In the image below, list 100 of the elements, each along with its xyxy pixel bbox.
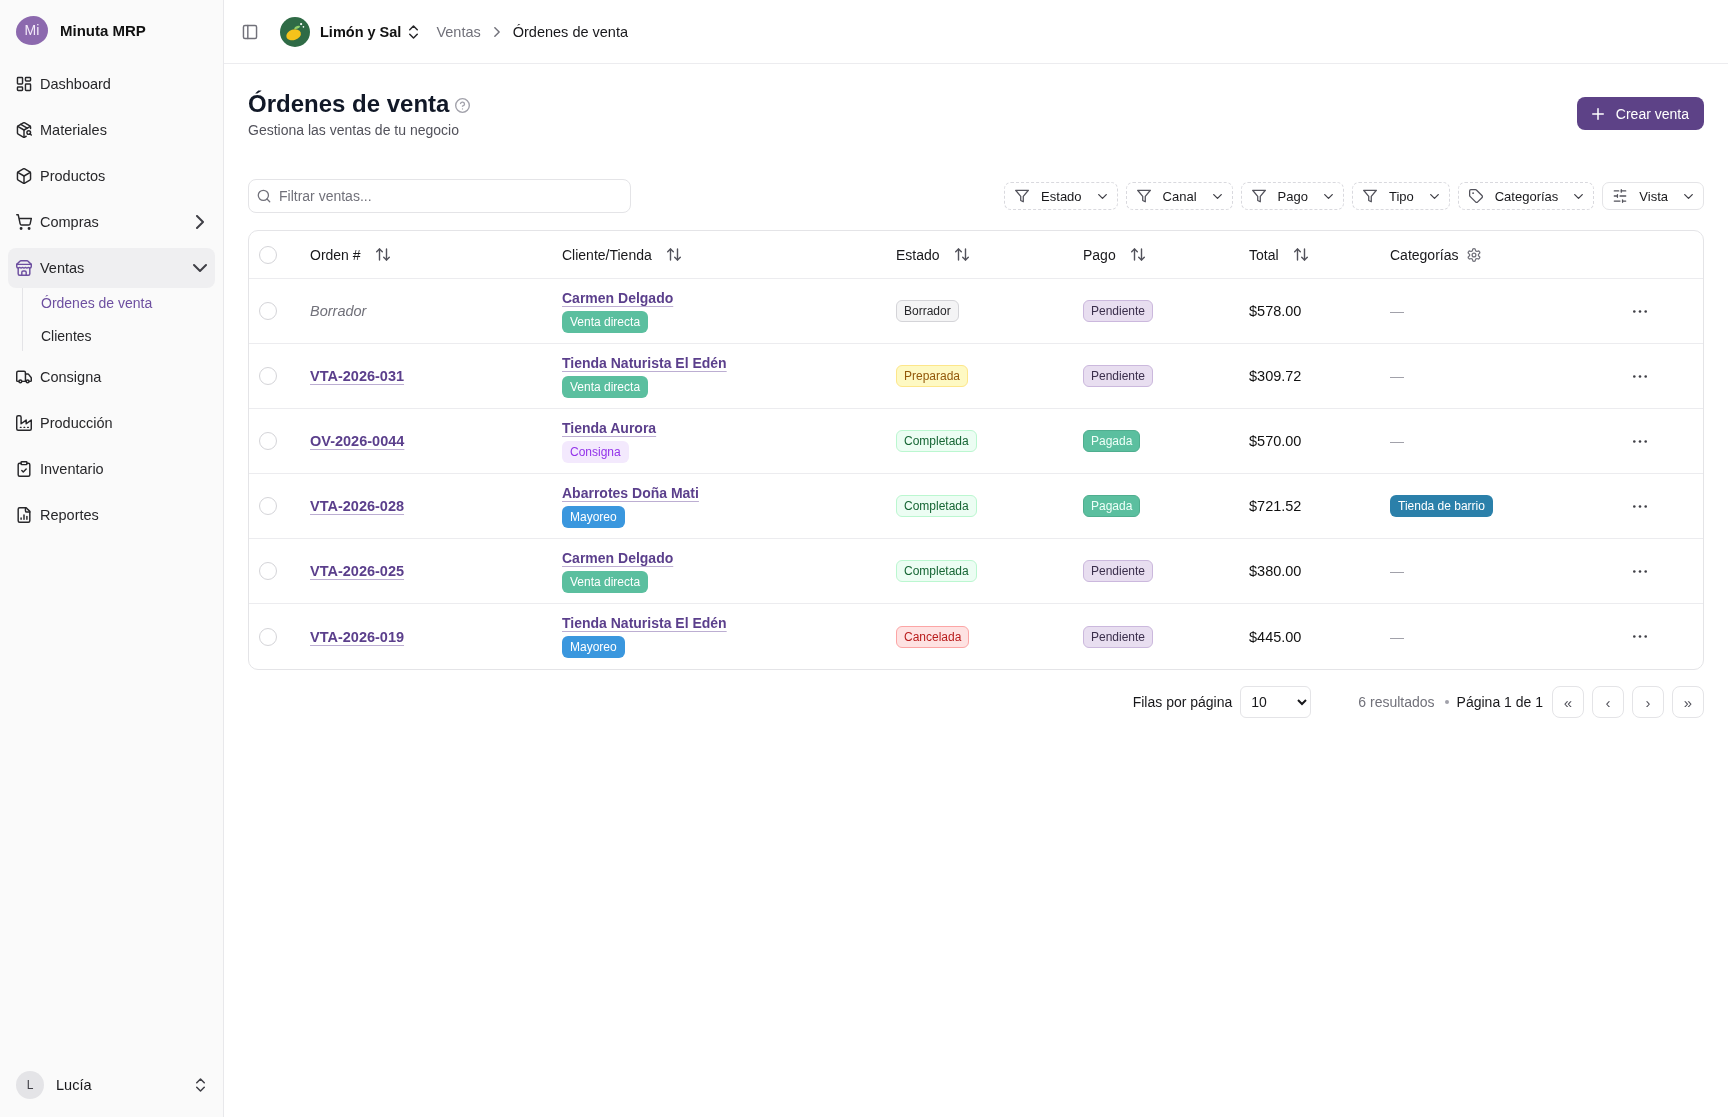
nav-item[interactable]: Dashboard <box>8 64 215 104</box>
tag-icon <box>1468 189 1483 203</box>
chevron-down-icon <box>1097 193 1107 199</box>
column-header-button[interactable]: Orden # <box>310 246 390 263</box>
sort-icon <box>1130 248 1145 261</box>
order-link[interactable]: VTA-2026-019 <box>310 628 405 645</box>
funnel-icon <box>1362 189 1377 203</box>
row-checkbox[interactable] <box>259 627 277 646</box>
client-link[interactable]: Tienda Naturista El Edén <box>562 615 727 631</box>
panel-icon[interactable] <box>242 23 258 40</box>
client-link[interactable]: Tienda Aurora <box>562 419 657 436</box>
order-total: $445.00 <box>1249 628 1302 645</box>
more-options-icon[interactable] <box>1633 439 1647 443</box>
filter-button[interactable]: Pago <box>1240 182 1344 210</box>
filter-button[interactable]: Canal <box>1125 182 1233 210</box>
workspace-switcher[interactable]: Limón y Sal <box>280 16 419 47</box>
column-header-button[interactable]: Pago <box>1083 246 1145 263</box>
nav-item[interactable]: Productos <box>8 156 215 196</box>
client-link[interactable]: Tienda Naturista El Edén <box>562 354 727 371</box>
more-options-icon[interactable] <box>1633 569 1647 573</box>
filter-button[interactable]: Tipo <box>1351 182 1450 210</box>
more-options-icon[interactable] <box>1633 504 1647 508</box>
cart-icon <box>16 214 32 230</box>
app-logo: Mi <box>16 15 48 45</box>
nav-item[interactable]: Producción <box>8 403 215 443</box>
chevrons-up-down-icon <box>409 24 419 39</box>
client-link[interactable]: Carmen Delgado <box>562 549 674 566</box>
search-field[interactable]: Filtrar ventas... <box>248 179 631 213</box>
status-badge: Borrador <box>896 300 959 322</box>
row-checkbox[interactable] <box>259 562 277 580</box>
order-total: $309.72 <box>1249 368 1302 384</box>
breadcrumb-link[interactable]: Ventas <box>436 23 481 40</box>
row-checkbox[interactable] <box>259 497 277 515</box>
channel-badge: Consigna <box>562 440 629 463</box>
column-header-button[interactable]: Cliente/Tienda <box>562 246 681 263</box>
breadcrumb-current: Órdenes de venta <box>512 23 628 40</box>
dot-icon <box>1444 700 1449 704</box>
row-checkbox[interactable] <box>259 367 277 385</box>
filter-button[interactable]: Categorías <box>1457 182 1595 210</box>
next-page-button[interactable]: › <box>1632 686 1664 718</box>
user-menu-button[interactable]: L Lucía <box>16 1071 205 1099</box>
results-count: 6 resultados <box>1358 694 1435 710</box>
chevrons-up-down-icon <box>196 1078 205 1092</box>
search-icon <box>257 189 271 203</box>
nav-item[interactable]: Inventario <box>8 449 215 489</box>
payment-badge: Pagada <box>1083 495 1141 517</box>
row-checkbox[interactable] <box>259 302 277 320</box>
payment-badge: Pendiente <box>1083 365 1154 387</box>
empty-value: — <box>1390 628 1404 645</box>
nav-item[interactable]: Materiales <box>8 110 215 150</box>
previous-page-button[interactable]: ‹ <box>1592 686 1624 718</box>
order-total: $380.00 <box>1249 563 1302 579</box>
funnel-icon <box>1136 189 1151 203</box>
page-size-select[interactable]: 10 <box>1240 686 1312 718</box>
truck-icon <box>16 369 32 385</box>
status-badge: Completada <box>896 430 977 452</box>
status-badge: Preparada <box>896 365 969 387</box>
page-indicator: Página 1 de 1 <box>1456 694 1543 710</box>
nav-item[interactable]: Consigna <box>8 357 215 397</box>
nav-subitem[interactable]: Órdenes de venta <box>41 288 153 318</box>
filter-button[interactable]: Estado <box>1004 182 1118 210</box>
last-page-button[interactable]: » <box>1672 686 1704 718</box>
order-link[interactable]: OV-2026-0044 <box>310 433 405 449</box>
select-all-checkbox[interactable] <box>259 245 277 264</box>
column-header-button[interactable]: Total <box>1249 246 1308 263</box>
funnel-icon <box>1251 189 1266 203</box>
help-icon[interactable] <box>455 97 471 113</box>
client-link[interactable]: Abarrotes Doña Mati <box>562 484 699 501</box>
nav-item[interactable]: Compras <box>8 202 215 242</box>
chevron-down-icon <box>1212 193 1222 199</box>
chevron-down-icon <box>1574 193 1584 199</box>
more-options-icon[interactable] <box>1633 374 1647 378</box>
nav-subitem[interactable]: Clientes <box>41 321 92 351</box>
row-checkbox[interactable] <box>259 432 277 450</box>
create-sale-button[interactable]: Crear venta <box>1576 97 1704 130</box>
column-header-button[interactable]: Estado <box>896 246 969 263</box>
order-total: $570.00 <box>1249 433 1302 449</box>
app-name: Minuta MRP <box>60 21 146 39</box>
nav-item[interactable]: Reportes <box>8 495 215 535</box>
page-title: Órdenes de venta <box>248 89 450 119</box>
more-options-icon[interactable] <box>1633 309 1647 313</box>
order-total: $721.52 <box>1249 498 1302 514</box>
dashboard-icon <box>16 76 32 92</box>
order-link[interactable]: VTA-2026-028 <box>310 498 405 514</box>
view-options-button[interactable]: Vista <box>1602 182 1704 210</box>
chevron-right-icon <box>493 26 500 37</box>
client-link[interactable]: Carmen Delgado <box>562 289 674 306</box>
chevron-down-icon <box>1429 193 1439 199</box>
first-page-button[interactable]: « <box>1552 686 1584 718</box>
order-link[interactable]: VTA-2026-031 <box>310 368 405 384</box>
nav-item[interactable]: Ventas <box>8 248 215 288</box>
channel-badge: Venta directa <box>562 570 649 593</box>
settings-icon[interactable] <box>1467 247 1482 262</box>
file-chart-icon <box>16 507 32 523</box>
status-badge: Completada <box>896 495 977 517</box>
empty-value: — <box>1390 368 1404 384</box>
column-header: Categorías <box>1390 246 1459 263</box>
lemon-avatar-icon <box>280 16 310 47</box>
order-link[interactable]: VTA-2026-025 <box>310 563 405 579</box>
more-options-icon[interactable] <box>1633 635 1647 638</box>
